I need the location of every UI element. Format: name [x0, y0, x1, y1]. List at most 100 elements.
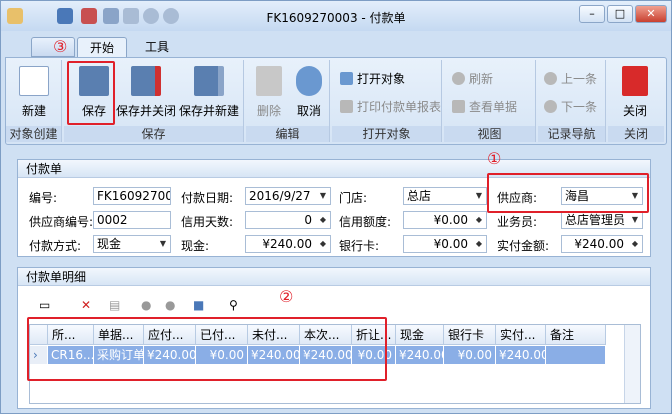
chevron-down-icon[interactable]: ▼: [316, 188, 330, 204]
close-window-button[interactable]: ✕: [635, 5, 667, 23]
minimize-button[interactable]: –: [579, 5, 605, 23]
printer-icon: [340, 100, 353, 113]
new-row-icon[interactable]: ▭: [39, 296, 50, 314]
up-icon[interactable]: ●: [141, 296, 151, 314]
spinner-icon[interactable]: ◆: [316, 212, 330, 228]
chevron-down-icon[interactable]: ▼: [472, 188, 486, 204]
group-label: 打开对象: [332, 126, 441, 142]
spinner-icon[interactable]: ◆: [316, 236, 330, 252]
bank-field[interactable]: ¥0.00 ◆: [403, 235, 487, 253]
down-icon[interactable]: ●: [165, 296, 175, 314]
cash-label: 现金:: [181, 239, 210, 253]
copy-icon[interactable]: ▤: [109, 296, 120, 314]
save-new-icon: [194, 66, 224, 96]
grid-cell[interactable]: ¥240.00: [396, 346, 444, 364]
detail-panel-title: 付款单明细: [18, 268, 650, 286]
new-button[interactable]: 新建: [10, 62, 58, 119]
save-close-icon: [131, 66, 161, 96]
tab-tools[interactable]: 工具: [133, 37, 181, 58]
store-select[interactable]: 总店 ▼: [403, 187, 487, 205]
annotation-1: ①: [487, 149, 502, 168]
actual-field[interactable]: ¥240.00 ◆: [561, 235, 643, 253]
grid-toolbar: ▭ ✕ ▤ ● ● ■ ⚲: [29, 294, 269, 314]
close-x-icon: [622, 66, 648, 96]
undo-arrow-icon: [296, 66, 322, 96]
grid-column-header[interactable]: 实付...: [496, 325, 546, 345]
no-field[interactable]: FK160927000: [93, 187, 171, 205]
grid-cell[interactable]: ¥0.00: [444, 346, 496, 364]
group-label: 关闭: [608, 126, 664, 142]
maximize-button[interactable]: □: [607, 5, 633, 23]
cancel-button[interactable]: 取消: [290, 62, 328, 119]
chevron-down-icon[interactable]: ▼: [156, 236, 170, 252]
save-close-button[interactable]: 保存并关闭: [116, 62, 176, 119]
spinner-icon[interactable]: ◆: [628, 236, 642, 252]
grid-column-header[interactable]: 银行卡: [444, 325, 496, 345]
highlight-save: [67, 61, 115, 125]
supplier-no-field[interactable]: 0002: [93, 211, 171, 229]
grid-cell[interactable]: ¥240.00: [496, 346, 546, 364]
spinner-icon[interactable]: ◆: [472, 236, 486, 252]
date-field[interactable]: 2016/9/27 ▼: [245, 187, 331, 205]
search-icon[interactable]: ⚲: [229, 296, 238, 314]
delete-icon: [256, 66, 282, 96]
down-arrow-icon: [544, 100, 557, 113]
tab-home[interactable]: 开始: [77, 37, 128, 58]
group-edit: 删除 取消 编辑: [246, 60, 330, 142]
credit-days-label: 信用天数:: [181, 215, 234, 229]
spinner-icon[interactable]: ◆: [472, 212, 486, 228]
annotation-3: ③: [53, 37, 68, 56]
app-window: FK1609270003 - 付款单 – □ ✕ 开始 工具 新建 对象创建 保…: [0, 0, 672, 414]
group-label: 编辑: [246, 126, 329, 142]
up-arrow-icon: [544, 72, 557, 85]
salesman-select[interactable]: 总店管理员 ▼: [561, 211, 643, 229]
pay-method-label: 付款方式:: [29, 239, 82, 253]
group-view: 刷新 查看单据 视图: [444, 60, 536, 142]
group-close: 关闭 关闭: [608, 60, 664, 142]
close-button[interactable]: 关闭: [612, 62, 658, 119]
grid-cell[interactable]: [546, 346, 606, 364]
actual-label: 实付金额:: [497, 239, 550, 253]
refresh-icon: [452, 72, 465, 85]
highlight-grid: [27, 317, 387, 381]
annotation-2: ②: [279, 287, 294, 306]
salesman-label: 业务员:: [497, 215, 538, 229]
print-report-button[interactable]: 打印付款单报表: [340, 98, 441, 116]
group-label: 对象创建: [6, 126, 61, 142]
chevron-down-icon[interactable]: ▼: [628, 212, 642, 228]
view-doc-icon: [452, 100, 465, 113]
date-label: 付款日期:: [181, 191, 234, 205]
group-open-obj: 打开对象 打印付款单报表 打开对象: [332, 60, 442, 142]
pay-method-select[interactable]: 现金 ▼: [93, 235, 171, 253]
credit-limit-label: 信用额度:: [339, 215, 392, 229]
store-label: 门店:: [339, 191, 368, 205]
credit-days-field[interactable]: 0 ◆: [245, 211, 331, 229]
open-object-icon: [340, 72, 353, 85]
group-nav: 上一条 下一条 记录导航: [538, 60, 606, 142]
cash-field[interactable]: ¥240.00 ◆: [245, 235, 331, 253]
highlight-supplier: [487, 173, 649, 213]
group-label: 保存: [64, 126, 243, 142]
open-object-button[interactable]: 打开对象: [340, 70, 405, 88]
grid-scrollbar[interactable]: [624, 325, 640, 403]
bank-label: 银行卡:: [339, 239, 380, 253]
delete-row-icon[interactable]: ✕: [81, 296, 91, 314]
delete-button[interactable]: 删除: [250, 62, 288, 119]
title-bar: FK1609270003 - 付款单 – □ ✕: [1, 1, 671, 31]
new-doc-icon: [19, 66, 49, 96]
window-title: FK1609270003 - 付款单: [266, 11, 406, 25]
group-obj-create: 新建 对象创建: [6, 60, 62, 142]
refresh-button[interactable]: 刷新: [452, 70, 493, 88]
grid-column-header[interactable]: 现金: [396, 325, 444, 345]
view-doc-button[interactable]: 查看单据: [452, 98, 517, 116]
save-new-button[interactable]: 保存并新建: [178, 62, 240, 119]
group-label: 记录导航: [538, 126, 605, 142]
supplier-no-label: 供应商编号:: [29, 215, 94, 229]
prev-record-button[interactable]: 上一条: [544, 70, 597, 88]
grid-column-header[interactable]: 备注: [546, 325, 606, 345]
save-grid-icon[interactable]: ■: [193, 296, 204, 314]
no-label: 编号:: [29, 191, 58, 205]
group-label: 视图: [444, 126, 535, 142]
next-record-button[interactable]: 下一条: [544, 98, 597, 116]
credit-limit-field[interactable]: ¥0.00 ◆: [403, 211, 487, 229]
